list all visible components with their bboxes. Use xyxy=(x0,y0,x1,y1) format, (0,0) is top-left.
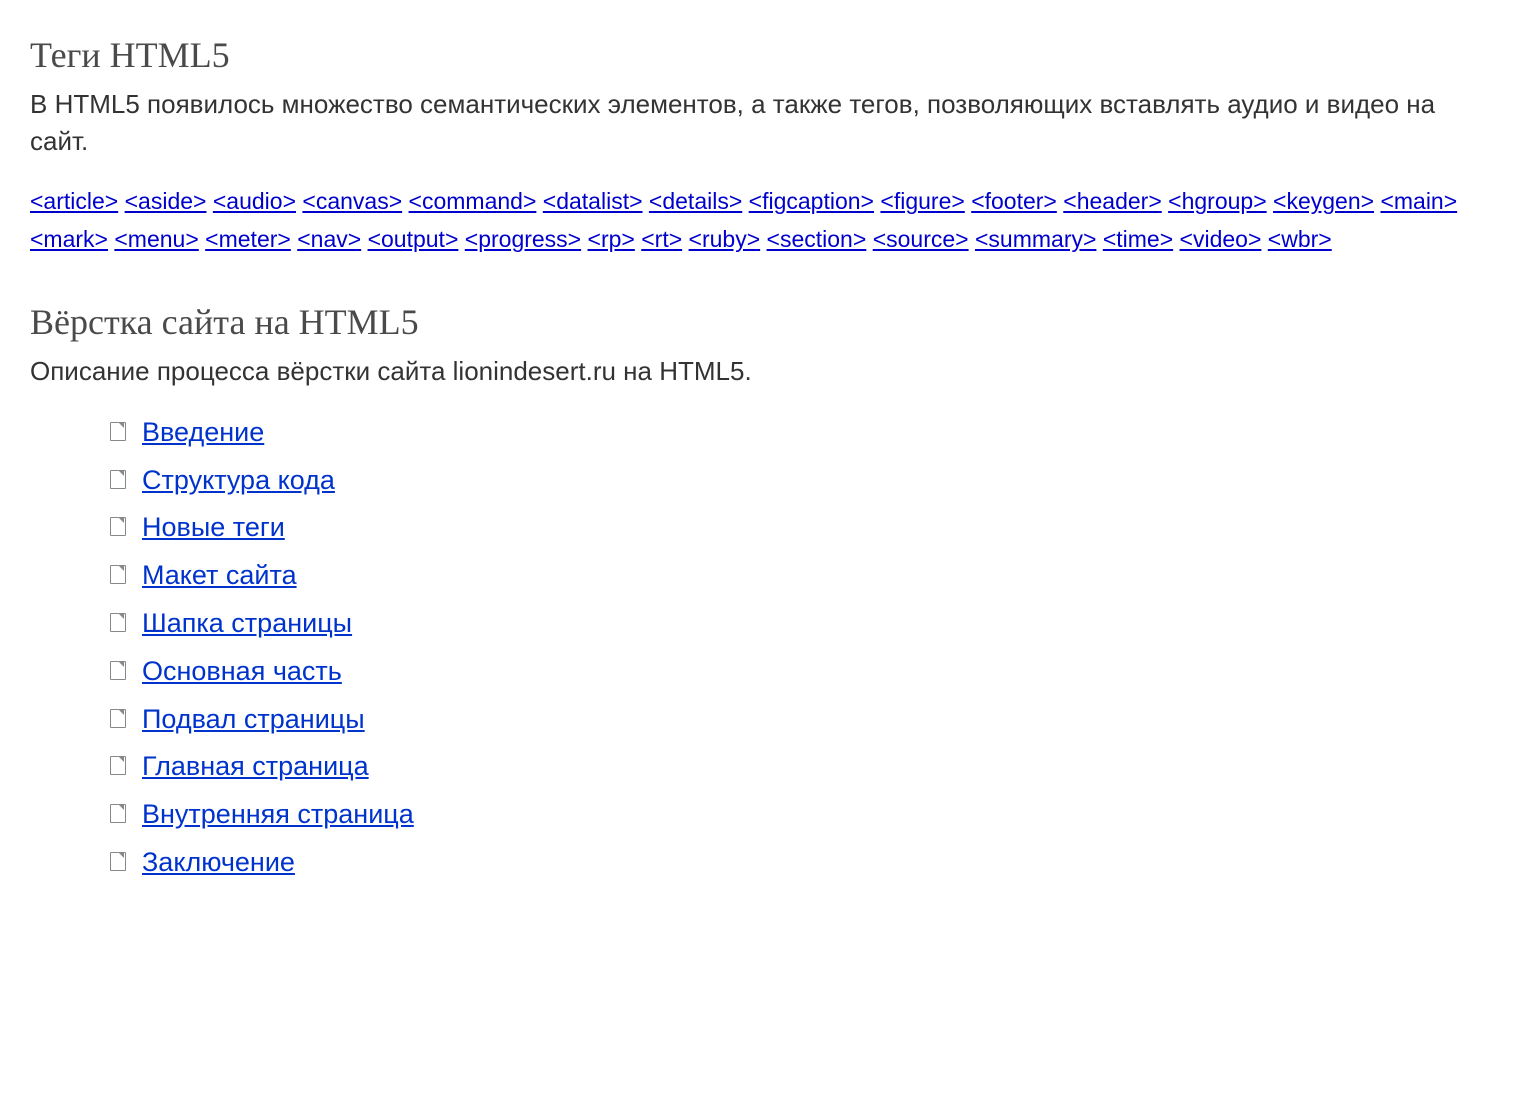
tag-link[interactable]: <output> xyxy=(368,226,459,252)
tag-link[interactable]: <time> xyxy=(1103,226,1173,252)
description-layout: Описание процесса вёрстки сайта lioninde… xyxy=(30,353,1500,389)
section-link[interactable]: Основная часть xyxy=(142,656,342,686)
list-item: Внутренняя страница xyxy=(110,796,1500,834)
section-link[interactable]: Шапка страницы xyxy=(142,608,352,638)
document-icon xyxy=(118,470,124,476)
layout-list: Введение Структура кода Новые теги Макет са… xyxy=(30,414,1500,882)
document-icon xyxy=(118,852,124,858)
tag-link[interactable]: <aside> xyxy=(125,188,207,214)
section-link[interactable]: Введение xyxy=(142,417,264,447)
tag-link[interactable]: <figcaption> xyxy=(749,188,874,214)
tag-link[interactable]: <meter> xyxy=(205,226,291,252)
list-item: Введение xyxy=(110,414,1500,452)
tag-link[interactable]: <main> xyxy=(1380,188,1457,214)
tag-link[interactable]: <ruby> xyxy=(689,226,761,252)
section-layout: Вёрстка сайта на HTML5 Описание процесса… xyxy=(30,297,1500,882)
tag-link[interactable]: <footer> xyxy=(971,188,1057,214)
tag-link[interactable]: <wbr> xyxy=(1268,226,1332,252)
list-item: Структура кода xyxy=(110,462,1500,500)
tag-link[interactable]: <section> xyxy=(767,226,867,252)
tag-link[interactable]: <datalist> xyxy=(543,188,643,214)
document-icon xyxy=(118,709,124,715)
list-item: Макет сайта xyxy=(110,557,1500,595)
list-item: Шапка страницы xyxy=(110,605,1500,643)
document-icon xyxy=(118,613,124,619)
tag-link[interactable]: <article> xyxy=(30,188,118,214)
tag-link[interactable]: <audio> xyxy=(213,188,296,214)
heading-tags: Теги HTML5 xyxy=(30,30,1500,80)
tag-link[interactable]: <canvas> xyxy=(302,188,402,214)
section-tags: Теги HTML5 В HTML5 появилось множество с… xyxy=(30,30,1500,259)
tag-link[interactable]: <figure> xyxy=(880,188,964,214)
tag-link[interactable]: <progress> xyxy=(465,226,581,252)
tag-link[interactable]: <source> xyxy=(873,226,969,252)
list-item: Заключение xyxy=(110,844,1500,882)
tag-link[interactable]: <menu> xyxy=(114,226,198,252)
tag-links-container: <article> <aside> <audio> <canvas> <comm… xyxy=(30,183,1500,259)
document-icon xyxy=(118,804,124,810)
tag-link[interactable]: <nav> xyxy=(297,226,361,252)
tag-link[interactable]: <rt> xyxy=(641,226,682,252)
tag-link[interactable]: <video> xyxy=(1180,226,1262,252)
list-item: Новые теги xyxy=(110,509,1500,547)
document-icon xyxy=(118,756,124,762)
document-icon xyxy=(118,422,124,428)
tag-link[interactable]: <details> xyxy=(649,188,742,214)
section-link[interactable]: Подвал страницы xyxy=(142,704,365,734)
section-link[interactable]: Заключение xyxy=(142,847,295,877)
document-icon xyxy=(118,565,124,571)
document-icon xyxy=(118,661,124,667)
list-item: Основная часть xyxy=(110,653,1500,691)
section-link[interactable]: Макет сайта xyxy=(142,560,297,590)
tag-link[interactable]: <hgroup> xyxy=(1168,188,1266,214)
tag-link[interactable]: <command> xyxy=(409,188,537,214)
tag-link[interactable]: <keygen> xyxy=(1273,188,1374,214)
tag-link[interactable]: <mark> xyxy=(30,226,108,252)
tag-link[interactable]: <header> xyxy=(1063,188,1161,214)
tag-link[interactable]: <summary> xyxy=(975,226,1096,252)
description-tags: В HTML5 появилось множество семантически… xyxy=(30,86,1500,159)
list-item: Подвал страницы xyxy=(110,701,1500,739)
heading-layout: Вёрстка сайта на HTML5 xyxy=(30,297,1500,347)
document-icon xyxy=(118,517,124,523)
section-link[interactable]: Главная страница xyxy=(142,751,369,781)
tag-link[interactable]: <rp> xyxy=(588,226,635,252)
list-item: Главная страница xyxy=(110,748,1500,786)
section-link[interactable]: Новые теги xyxy=(142,512,285,542)
section-link[interactable]: Структура кода xyxy=(142,465,335,495)
section-link[interactable]: Внутренняя страница xyxy=(142,799,414,829)
